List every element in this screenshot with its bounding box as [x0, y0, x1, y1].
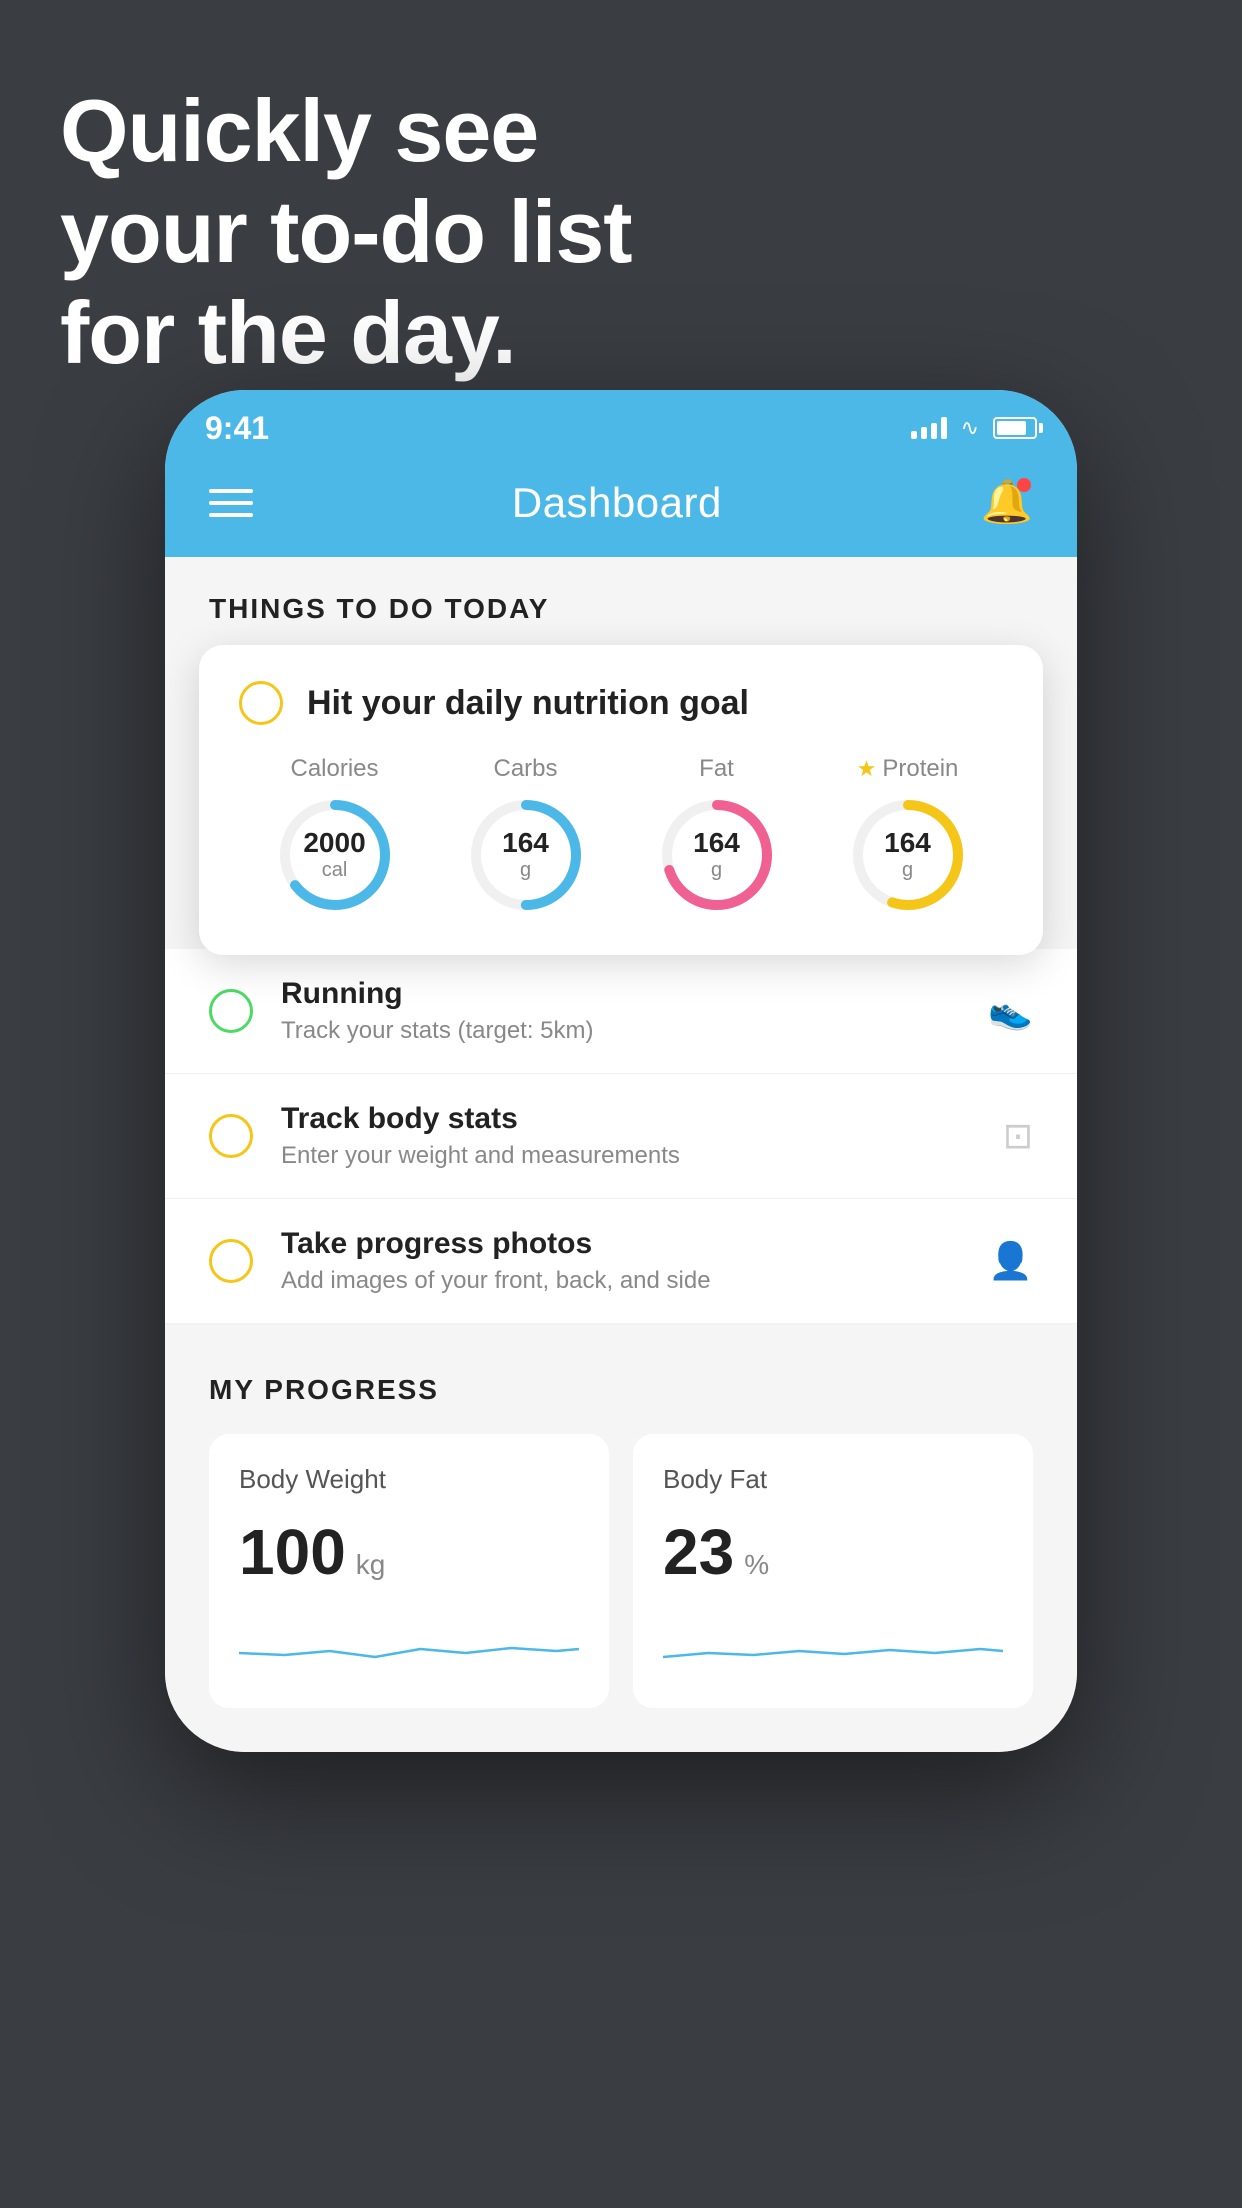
signal-icon [911, 417, 947, 439]
notification-badge [1017, 478, 1031, 492]
status-bar: 9:41 ∿ [165, 390, 1077, 458]
body-weight-card[interactable]: Body Weight 100 kg [209, 1434, 609, 1708]
fat-label: Fat [699, 755, 734, 783]
body-weight-chart [239, 1613, 579, 1673]
carbs-ring: 164 g [466, 795, 586, 915]
things-section-title: THINGS TO DO TODAY [209, 593, 1033, 625]
body-weight-number: 100 [239, 1515, 346, 1589]
nutrition-checkbox[interactable] [239, 681, 283, 725]
notification-button[interactable]: 🔔 [981, 478, 1033, 527]
protein-label: ★ Protein [857, 755, 959, 783]
photos-icon: 👤 [988, 1240, 1033, 1282]
body-weight-label: Body Weight [239, 1464, 579, 1495]
protein-ring: 164 g [848, 795, 968, 915]
photos-checkbox[interactable] [209, 1239, 253, 1283]
battery-icon [993, 417, 1037, 439]
todo-item-bodystats[interactable]: Track body stats Enter your weight and m… [165, 1074, 1077, 1199]
star-icon: ★ [857, 756, 877, 782]
running-checkbox[interactable] [209, 989, 253, 1033]
body-fat-label: Body Fat [663, 1464, 1003, 1495]
running-icon: 👟 [988, 990, 1033, 1032]
running-content: Running Track your stats (target: 5km) [281, 977, 960, 1045]
bodystats-icon: ⊡ [1003, 1115, 1033, 1157]
header-title: Dashboard [512, 479, 722, 527]
body-fat-chart [663, 1613, 1003, 1673]
running-name: Running [281, 977, 960, 1011]
body-weight-value: 100 kg [239, 1515, 579, 1589]
calories-label: Calories [290, 755, 378, 783]
calories-item: Calories 2000 cal [275, 755, 395, 915]
things-section: THINGS TO DO TODAY Hit your daily nutrit… [165, 557, 1077, 955]
progress-section: MY PROGRESS Body Weight 100 kg Body Fat [165, 1324, 1077, 1752]
nutrition-card[interactable]: Hit your daily nutrition goal Calories [199, 645, 1043, 955]
progress-title: MY PROGRESS [209, 1374, 1033, 1406]
bodystats-name: Track body stats [281, 1102, 975, 1136]
todo-list: Running Track your stats (target: 5km) 👟… [165, 949, 1077, 1324]
nutrition-card-header: Hit your daily nutrition goal [239, 681, 1003, 725]
running-desc: Track your stats (target: 5km) [281, 1017, 960, 1045]
carbs-item: Carbs 164 g [466, 755, 586, 915]
body-fat-value: 23 % [663, 1515, 1003, 1589]
todo-item-running[interactable]: Running Track your stats (target: 5km) 👟 [165, 949, 1077, 1074]
body-fat-card[interactable]: Body Fat 23 % [633, 1434, 1033, 1708]
nutrition-card-title: Hit your daily nutrition goal [307, 684, 749, 723]
hero-text: Quickly see your to-do list for the day. [60, 80, 632, 384]
bodystats-content: Track body stats Enter your weight and m… [281, 1102, 975, 1170]
phone-screen: 9:41 ∿ Dashboard 🔔 [165, 390, 1077, 1752]
app-header: Dashboard 🔔 [165, 458, 1077, 557]
fat-ring: 164 g [657, 795, 777, 915]
todo-item-photos[interactable]: Take progress photos Add images of your … [165, 1199, 1077, 1324]
progress-cards: Body Weight 100 kg Body Fat 23 % [209, 1434, 1033, 1708]
nutrition-circles: Calories 2000 cal [239, 755, 1003, 915]
wifi-icon: ∿ [961, 415, 979, 441]
phone-mockup: 9:41 ∿ Dashboard 🔔 [165, 390, 1077, 2170]
calories-ring: 2000 cal [275, 795, 395, 915]
status-time: 9:41 [205, 410, 269, 447]
carbs-label: Carbs [493, 755, 557, 783]
photos-name: Take progress photos [281, 1227, 960, 1261]
menu-button[interactable] [209, 489, 253, 517]
body-weight-unit: kg [356, 1549, 386, 1581]
status-icons: ∿ [911, 415, 1037, 441]
photos-desc: Add images of your front, back, and side [281, 1267, 960, 1295]
body-fat-number: 23 [663, 1515, 734, 1589]
fat-item: Fat 164 g [657, 755, 777, 915]
bodystats-checkbox[interactable] [209, 1114, 253, 1158]
protein-item: ★ Protein 164 g [848, 755, 968, 915]
photos-content: Take progress photos Add images of your … [281, 1227, 960, 1295]
bodystats-desc: Enter your weight and measurements [281, 1142, 975, 1170]
body-fat-unit: % [744, 1549, 769, 1581]
